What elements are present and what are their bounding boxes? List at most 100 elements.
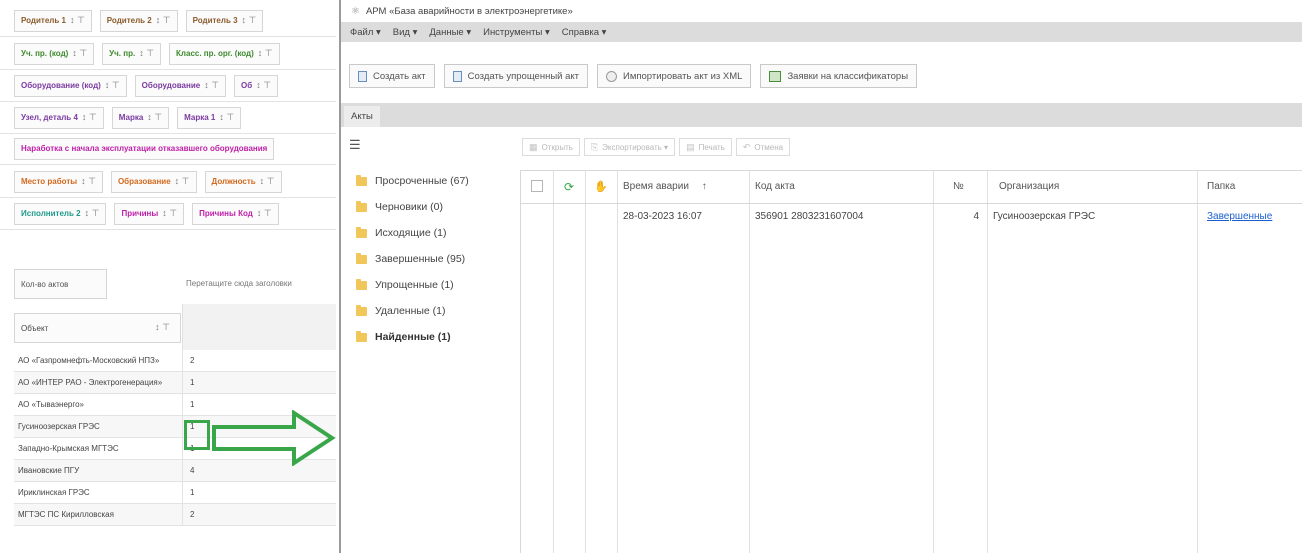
object-count-cell[interactable]: 2 [182, 504, 212, 525]
table-row[interactable]: МГТЭС ПС Кирилловская 2 [14, 504, 336, 526]
pivot-field-label: Узел, деталь 4 [21, 113, 78, 122]
sort-filter-icon[interactable]: ↕ ⊤ [256, 80, 271, 91]
filter-row: Родитель 1 ↕ ⊤ Родитель 2 ↕ ⊤ Родитель 3 ↕ ⊤ [0, 5, 336, 37]
pivot-field-chip[interactable]: Исполнитель 2 ↕ ⊤ [14, 202, 107, 225]
cancel-button[interactable]: ↶ Отмена [735, 138, 791, 156]
sort-filter-icon[interactable]: ↕ ⊤ [139, 48, 154, 59]
pivot-field-chip[interactable]: Класс. пр. орг. (код) ↕ ⊤ [169, 42, 280, 65]
export-icon: ⎘ [590, 141, 599, 152]
print-button[interactable]: ▤ Печать [679, 138, 732, 156]
folder-item[interactable]: Найденные (1) [356, 324, 526, 350]
pivot-field-chip[interactable]: Должность ↕ ⊤ [204, 170, 282, 193]
object-count-cell[interactable]: 1 [182, 482, 212, 503]
table-row[interactable]: АО «ИНТЕР РАО - Электрогенерация» 1 [14, 372, 336, 394]
menu-help[interactable]: Справка ▾ [562, 27, 607, 38]
undo-icon: ↶ [742, 141, 751, 152]
header-refresh[interactable]: ⟳ [553, 171, 585, 203]
export-button[interactable]: ⎘ Экспортировать ▾ [583, 138, 676, 156]
column-header-code[interactable]: Код акта [749, 171, 933, 203]
object-count-cell[interactable]: 1 [182, 394, 212, 415]
select-all-checkbox[interactable] [531, 180, 543, 192]
sort-filter-icon[interactable]: ↕ ⊤ [175, 176, 190, 187]
filter-row: Место работы ↕ ⊤ Образование ↕ ⊤ Должность ↕ … [0, 166, 336, 198]
menu-tools[interactable]: Инструменты ▾ [483, 27, 550, 38]
pivot-field-chip[interactable]: Причины Код ↕ ⊤ [192, 202, 279, 225]
grid-toolbar: ▦ Открыть ⎘ Экспортировать ▾ ▤ Печать ↶ … [522, 137, 791, 157]
sort-filter-icon[interactable]: ↕ ⊤ [258, 48, 273, 59]
pivot-field-chip[interactable]: Марка ↕ ⊤ [111, 106, 170, 129]
folder-item[interactable]: Исходящие (1) [356, 220, 526, 246]
create-simple-act-button[interactable]: Создать упрощенный акт [443, 64, 589, 88]
filter-row: Уч. пр. (код) ↕ ⊤ Уч. пр. ↕ ⊤ Класс. пр. орг… [0, 38, 336, 70]
sort-filter-icon[interactable]: ↕ ⊤ [204, 80, 219, 91]
sort-filter-icon[interactable]: ↕ ⊤ [82, 112, 97, 123]
folder-icon [356, 174, 367, 186]
column-header-folder[interactable]: Папка [1197, 171, 1302, 203]
sort-filter-icon[interactable]: ↕ ⊤ [81, 176, 96, 187]
sort-filter-icon[interactable]: ↕ ⊤ [147, 112, 162, 123]
sort-filter-icon[interactable]: ↕ ⊤ [105, 80, 120, 91]
document-icon [452, 70, 462, 82]
folder-item[interactable]: Просроченные (67) [356, 168, 526, 194]
menu-data[interactable]: Данные ▾ [429, 27, 471, 38]
object-name-cell: Ивановские ПГУ [18, 466, 80, 475]
sort-filter-icon[interactable]: ↕ ⊤ [70, 15, 85, 26]
classifier-requests-button[interactable]: Заявки на классификаторы [760, 64, 918, 88]
object-name-cell: АО «ИНТЕР РАО - Электрогенерация» [18, 378, 163, 387]
column-header-time[interactable]: Время аварии ↑ [617, 171, 749, 203]
sort-filter-icon[interactable]: ↕ ⊤ [72, 48, 87, 59]
table-row[interactable]: АО «Газпромнефть-Московский НПЗ» 2 [14, 350, 336, 372]
pivot-field-chip[interactable]: Об ↕ ⊤ [234, 74, 279, 97]
folder-item[interactable]: Завершенные (95) [356, 246, 526, 272]
sort-filter-icon[interactable]: ↕ ⊤ [219, 112, 234, 123]
pivot-field-chip[interactable]: Образование ↕ ⊤ [110, 170, 197, 193]
object-row-header[interactable]: Объект ↕ ⊤ [14, 313, 181, 343]
sort-filter-icon[interactable]: ↕ ⊤ [155, 322, 170, 333]
menu-toggle-icon[interactable]: ☰ [349, 137, 361, 153]
pivot-value-header [182, 304, 336, 350]
pivot-field-chip[interactable]: Причины ↕ ⊤ [114, 202, 185, 225]
window-title: АРМ «База аварийности в электроэнергетик… [365, 5, 573, 17]
pivot-field-chip[interactable]: Оборудование ↕ ⊤ [134, 74, 227, 97]
sort-filter-icon[interactable]: ↕ ⊤ [257, 208, 272, 219]
sort-filter-icon[interactable]: ↕ ⊤ [85, 208, 100, 219]
sort-filter-icon[interactable]: ↕ ⊤ [162, 208, 177, 219]
pivot-field-label: Класс. пр. орг. (код) [176, 49, 254, 58]
pivot-field-chip[interactable]: Уч. пр. (код) ↕ ⊤ [14, 42, 95, 65]
folder-item[interactable]: Черновики (0) [356, 194, 526, 220]
import-xml-button[interactable]: Импортировать акт из XML [597, 64, 752, 88]
object-count-cell[interactable]: 1 [182, 372, 212, 393]
folder-item[interactable]: Упрощенные (1) [356, 272, 526, 298]
object-count-cell[interactable]: 2 [182, 350, 212, 371]
pivot-field-chip[interactable]: Место работы ↕ ⊤ [14, 170, 103, 193]
create-act-button[interactable]: Создать акт [349, 64, 435, 88]
pivot-field-label: Об [241, 81, 253, 90]
pivot-field-chip[interactable]: Марка 1 ↕ ⊤ [177, 106, 242, 129]
cell-folder-link[interactable]: Завершенные [1197, 204, 1302, 229]
column-header-org[interactable]: Организация [987, 171, 1197, 203]
sort-filter-icon[interactable]: ↕ ⊤ [260, 176, 275, 187]
pivot-field-chip[interactable]: Родитель 3 ↕ ⊤ [185, 9, 264, 32]
menu-file[interactable]: Файл ▾ [350, 27, 381, 38]
object-count-cell[interactable]: 4 [182, 460, 212, 481]
pivot-field-label: Причины [121, 209, 159, 218]
folder-icon [356, 278, 367, 290]
sort-filter-icon[interactable]: ↕ ⊤ [156, 15, 171, 26]
open-button[interactable]: ▦ Открыть [522, 138, 580, 156]
folder-item[interactable]: Удаленные (1) [356, 298, 526, 324]
column-header-num[interactable]: № [933, 171, 987, 203]
table-row[interactable]: Ириклинская ГРЭС 1 [14, 482, 336, 504]
count-field-chip[interactable]: Кол-во актов [14, 269, 107, 299]
pivot-field-chip[interactable]: Наработка с начала эксплуатации отказавш… [14, 137, 275, 160]
header-attachment[interactable]: ✋ [585, 171, 617, 203]
pivot-field-chip[interactable]: Узел, деталь 4 ↕ ⊤ [14, 106, 104, 129]
pivot-field-chip[interactable]: Оборудование (код) ↕ ⊤ [14, 74, 127, 97]
open-icon: ▦ [529, 141, 538, 152]
header-select-all[interactable] [521, 171, 553, 203]
pivot-field-chip[interactable]: Родитель 1 ↕ ⊤ [14, 9, 92, 32]
sort-filter-icon[interactable]: ↕ ⊤ [242, 15, 257, 26]
tab-acts[interactable]: Акты [344, 106, 380, 127]
pivot-field-chip[interactable]: Родитель 2 ↕ ⊤ [99, 9, 178, 32]
pivot-field-chip[interactable]: Уч. пр. ↕ ⊤ [102, 42, 162, 65]
menu-view[interactable]: Вид ▾ [393, 27, 418, 38]
